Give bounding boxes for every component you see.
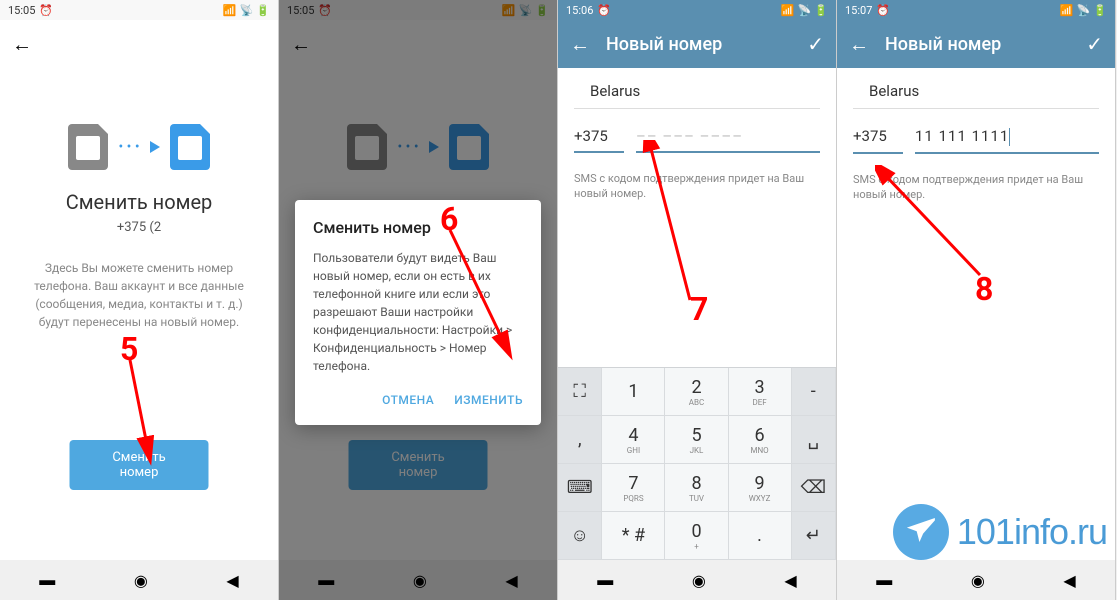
key-6[interactable]: 6MNO (729, 416, 792, 464)
status-time: 15:07 (845, 4, 872, 17)
key-2[interactable]: 2ABC (665, 368, 728, 416)
key-1[interactable]: 1 (602, 368, 665, 416)
text-cursor (1009, 128, 1010, 146)
page-title: Новый номер (606, 34, 807, 55)
signal-icon: 📶 (781, 4, 795, 17)
back-icon[interactable]: ← (570, 32, 590, 57)
phone-value: 11 111 1111 (915, 127, 1009, 145)
screen-2: 15:05⏰ 📶📡🔋 ← • • • Сменить номер Сменить… (279, 0, 558, 600)
back-icon[interactable]: ← (12, 32, 32, 57)
arrow-icon (150, 141, 160, 153)
country-field[interactable]: Belarus (853, 68, 1099, 109)
alarm-icon: ⏰ (876, 4, 890, 17)
navbar: ▬ ◉ ◀ (558, 560, 836, 600)
back-icon[interactable]: ← (849, 32, 869, 57)
current-phone: +375 (2 (16, 220, 262, 235)
confirm-icon[interactable]: ✓ (1086, 32, 1103, 56)
key-enter[interactable]: ↵ (792, 512, 836, 560)
key-space[interactable]: ␣ (792, 416, 836, 464)
topbar: ← Новый номер ✓ (837, 20, 1115, 68)
status-time: 15:05 (8, 4, 35, 17)
phone-number-input[interactable]: –– ––– –––– (636, 121, 820, 153)
nav-menu-icon[interactable]: ▬ (876, 570, 892, 590)
nav-menu-icon[interactable]: ▬ (39, 570, 55, 590)
wifi-icon: 📡 (798, 4, 812, 17)
country-code-input[interactable]: +375 (574, 121, 624, 153)
statusbar: 15:07 ⏰ 📶📡🔋 (837, 0, 1115, 20)
change-button[interactable]: ИЗМЕНИТЬ (454, 393, 523, 407)
key-8[interactable]: 8TUV (665, 464, 728, 512)
change-number-button[interactable]: Сменить номер (70, 440, 209, 490)
key-backspace[interactable]: ⌫ (792, 464, 836, 512)
country-code-input[interactable]: +375 (853, 121, 903, 154)
alarm-icon: ⏰ (39, 4, 53, 17)
key-7[interactable]: 7PQRS (602, 464, 665, 512)
dots-icon: • • • (118, 139, 139, 155)
nav-back-icon[interactable]: ◀ (226, 571, 238, 590)
sms-hint: SMS с кодом подтверждения придет на Ваш … (853, 172, 1099, 203)
navbar: ▬ ◉ ◀ (0, 560, 278, 600)
key-0[interactable]: 0+ (665, 512, 728, 560)
nav-home-icon[interactable]: ◉ (971, 571, 985, 590)
phone-field-row: +375 –– ––– –––– (574, 121, 820, 153)
page-title: Сменить номер (16, 190, 262, 214)
key-lang[interactable]: ⌨ (558, 464, 602, 512)
confirm-icon[interactable]: ✓ (807, 32, 824, 56)
key-4[interactable]: 4GHI (602, 416, 665, 464)
screen-3: 15:06 ⏰ 📶📡🔋 ← Новый номер ✓ Belarus +375 … (558, 0, 837, 600)
watermark-text: 101info.ru (957, 511, 1107, 553)
wifi-icon: 📡 (1077, 4, 1091, 17)
content: • • • Сменить номер +375 (2 Здесь Вы мож… (0, 68, 278, 347)
description: Здесь Вы можете сменить номер телефона. … (16, 259, 262, 331)
key-expand[interactable]: ⛶ (558, 368, 602, 416)
navbar: ▬ ◉ ◀ (837, 560, 1115, 600)
telegram-icon (893, 504, 949, 560)
key-3[interactable]: 3DEF (729, 368, 792, 416)
nav-home-icon[interactable]: ◉ (692, 571, 706, 590)
page-title: Новый номер (885, 34, 1086, 55)
battery-icon: 🔋 (256, 4, 270, 17)
signal-icon: 📶 (1060, 4, 1074, 17)
key-9[interactable]: 9WXYZ (729, 464, 792, 512)
nav-menu-icon[interactable]: ▬ (597, 570, 613, 590)
sim-old-icon (68, 124, 108, 170)
status-time: 15:06 (566, 4, 593, 17)
statusbar: 15:05 ⏰ 📶📡🔋 (0, 0, 278, 20)
confirm-dialog: Сменить номер Пользователи будут видеть … (295, 200, 541, 425)
dialog-text: Пользователи будут видеть Ваш новый номе… (313, 249, 523, 375)
statusbar: 15:06 ⏰ 📶📡🔋 (558, 0, 836, 20)
dialog-title: Сменить номер (313, 218, 523, 237)
key-dot[interactable]: . (729, 512, 792, 560)
battery-icon: 🔋 (1093, 4, 1107, 17)
sim-new-icon (170, 124, 210, 170)
battery-icon: 🔋 (814, 4, 828, 17)
signal-icon: 📶 (223, 4, 237, 17)
topbar: ← (0, 20, 278, 68)
nav-home-icon[interactable]: ◉ (134, 571, 148, 590)
cancel-button[interactable]: ОТМЕНА (382, 393, 434, 407)
key-comma[interactable]: , (558, 416, 602, 464)
nav-back-icon[interactable]: ◀ (1063, 571, 1075, 590)
phone-number-input[interactable]: 11 111 1111 (915, 121, 1099, 154)
nav-back-icon[interactable]: ◀ (784, 571, 796, 590)
sms-hint: SMS с кодом подтверждения придет на Ваш … (574, 171, 820, 202)
alarm-icon: ⏰ (597, 4, 611, 17)
screen-1: 15:05 ⏰ 📶📡🔋 ← • • • Сменить номер +375 (2… (0, 0, 279, 600)
key-star[interactable]: * # (602, 512, 665, 560)
key-emoji[interactable]: ☺ (558, 512, 602, 560)
wifi-icon: 📡 (240, 4, 254, 17)
topbar: ← Новый номер ✓ (558, 20, 836, 68)
watermark: 101info.ru (893, 504, 1107, 560)
phone-field-row: +375 11 111 1111 (853, 121, 1099, 154)
country-field[interactable]: Belarus (574, 68, 820, 109)
key-dash[interactable]: - (792, 368, 836, 416)
key-5[interactable]: 5JKL (665, 416, 728, 464)
numeric-keypad: ⛶ 1 2ABC 3DEF - , 4GHI 5JKL 6MNO ␣ ⌨ 7PQ… (558, 367, 836, 560)
sim-graphic: • • • (16, 124, 262, 170)
